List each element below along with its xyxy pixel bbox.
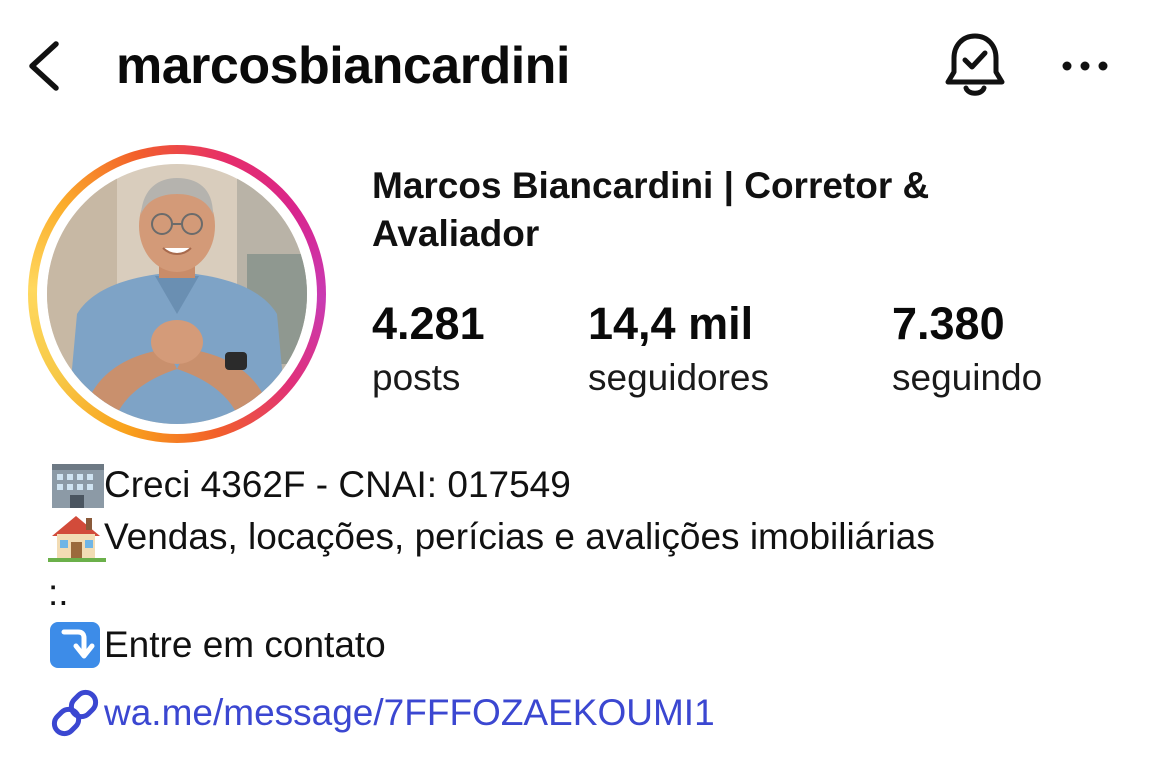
bio-line-creci: Creci 4362F - CNAI: 017549 <box>48 460 571 510</box>
house-icon <box>48 512 106 562</box>
bio-line-contact: Entre em contato <box>48 620 386 670</box>
profile-header: marcosbiancardini <box>0 0 1170 130</box>
link-icon <box>48 688 104 738</box>
bio-line-1-text: Creci 4362F - CNAI: 017549 <box>104 464 571 505</box>
followers-label: seguidores <box>588 357 770 398</box>
following-count[interactable]: 7.380 seguindo <box>892 296 1042 404</box>
bio-line-2-text: Vendas, locações, perícias e avalições i… <box>104 516 935 557</box>
more-horizontal-icon <box>1062 61 1108 71</box>
posts-label: posts <box>372 357 461 398</box>
arrow-down-right-icon <box>48 620 104 670</box>
bio-line-separator: :. <box>48 568 69 618</box>
bio-line-services: Vendas, locações, perícias e avalições i… <box>48 512 935 562</box>
profile-photo <box>47 164 307 424</box>
following-value: 7.380 <box>892 298 1005 349</box>
profile-username: marcosbiancardini <box>116 37 570 95</box>
bell-check-icon <box>945 33 1005 96</box>
posts-value: 4.281 <box>372 298 485 349</box>
bio-line-4-text: Entre em contato <box>104 624 386 665</box>
back-button[interactable] <box>22 34 70 98</box>
bio-link[interactable]: wa.me/message/7FFFOZAEKOUMI1 <box>48 688 715 738</box>
bio-line-3-text: :. <box>48 572 69 613</box>
following-label: seguindo <box>892 357 1043 398</box>
more-options-button[interactable] <box>1055 46 1115 86</box>
office-building-icon <box>48 460 104 510</box>
chevron-left-icon <box>29 41 59 91</box>
notifications-button[interactable] <box>940 28 1010 104</box>
followers-value: 14,4 mil <box>588 298 754 349</box>
profile-full-name: Marcos Biancardini | Corretor & Avaliado… <box>372 165 930 254</box>
followers-count[interactable]: 14,4 mil seguidores <box>588 296 769 404</box>
avatar[interactable] <box>47 164 307 424</box>
story-ring[interactable] <box>28 145 326 443</box>
posts-count[interactable]: 4.281 posts <box>372 296 485 404</box>
bio-link-text[interactable]: wa.me/message/7FFFOZAEKOUMI1 <box>104 688 715 738</box>
